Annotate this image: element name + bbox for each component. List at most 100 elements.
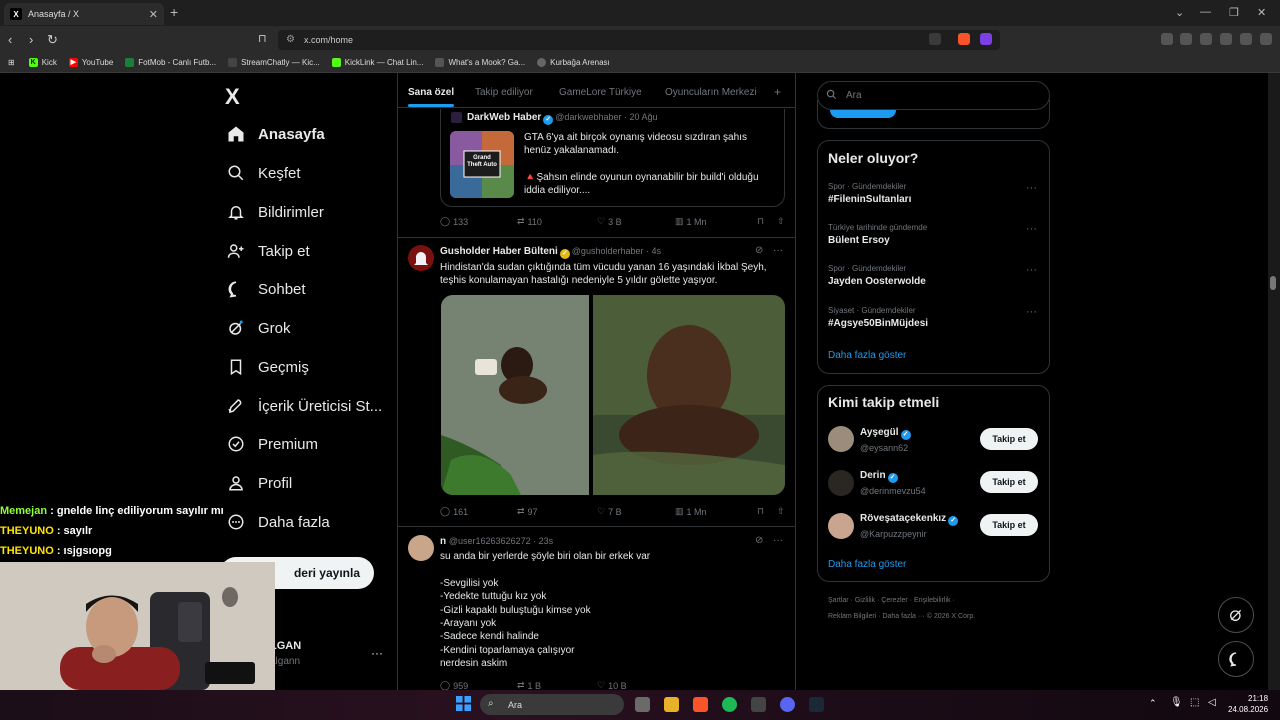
footer-links[interactable]: Şartlar · Gizlilik · Çerezler · Erişileb…: [828, 597, 955, 604]
repost-button[interactable]: ⇄ 1 B: [517, 681, 597, 690]
reply-button[interactable]: ◯ 959: [440, 681, 517, 690]
reply-button[interactable]: ◯ 161: [440, 506, 517, 517]
obs-icon[interactable]: [751, 697, 766, 712]
avatar[interactable]: [828, 426, 854, 452]
post-author[interactable]: Gusholder Haber Bülteni ✓ @gusholderhaber …: [440, 246, 661, 259]
nav-more[interactable]: Daha fazla: [226, 507, 330, 537]
x-logo[interactable]: X: [225, 84, 240, 110]
bookmark-mook[interactable]: What's a Mook? Ga...: [435, 58, 525, 67]
tab-for-you[interactable]: Sana özel: [408, 87, 454, 98]
site-settings-icon[interactable]: ⚙: [286, 34, 295, 45]
post-author[interactable]: n @user16263626272 · 23s: [440, 536, 553, 547]
bookmark-post-icon[interactable]: ⊓: [757, 216, 777, 227]
taskbar-clock[interactable]: 21:18 24.08.2026: [1228, 693, 1268, 715]
share-icon[interactable]: ⇧: [777, 506, 785, 517]
who-show-more[interactable]: Daha fazla göster: [828, 559, 906, 570]
browser-tab[interactable]: X Anasayfa / X ✕: [4, 3, 164, 25]
follow-button[interactable]: Takip et: [980, 471, 1038, 493]
grok-fab[interactable]: [1218, 597, 1254, 633]
trend-item[interactable]: Spor · Gündemdekiler Jayden Oosterwolde: [828, 264, 926, 287]
trends-show-more[interactable]: Daha fazla göster: [828, 350, 906, 361]
trend-more-icon[interactable]: ···: [1026, 223, 1037, 235]
views-button[interactable]: ▥ 1 Mn: [675, 216, 757, 227]
follow-button[interactable]: Takip et: [980, 514, 1038, 536]
tab-following[interactable]: Takip ediliyor: [475, 87, 533, 98]
tab-close-icon[interactable]: ✕: [149, 8, 158, 21]
footer-links-2[interactable]: Reklam Bilgileri · Daha fazla ··· © 2026…: [828, 613, 975, 620]
user-avatar[interactable]: [408, 535, 434, 561]
menu-icon[interactable]: [1260, 33, 1272, 45]
nav-creator-studio[interactable]: İçerik Üreticisi St...: [226, 391, 382, 421]
share-icon[interactable]: ⇧: [777, 216, 785, 227]
nav-follow[interactable]: Takip et: [226, 236, 310, 266]
account-more-icon[interactable]: ···: [371, 646, 383, 660]
nav-explore[interactable]: Keşfet: [226, 158, 301, 188]
post-more-icon[interactable]: ···: [773, 535, 783, 546]
messages-fab[interactable]: [1218, 641, 1254, 677]
bookmark-kurbaga[interactable]: Kurbağa Arenası: [537, 58, 610, 67]
nav-grok[interactable]: Grok: [226, 313, 291, 343]
trend-item[interactable]: Spor · Gündemdekiler #FileninSultanları: [828, 182, 911, 205]
bookmark-page-icon[interactable]: ⊓: [258, 32, 267, 45]
steam-icon[interactable]: [809, 697, 824, 712]
sidebar-toggle-icon[interactable]: [1180, 33, 1192, 45]
file-explorer-icon[interactable]: [664, 697, 679, 712]
tab-gamelore[interactable]: GameLore Türkiye: [559, 87, 642, 98]
tab-oyuncularin-merkezi[interactable]: Oyuncuların Merkezi: [665, 87, 757, 98]
avatar[interactable]: [828, 513, 854, 539]
bookmark-fotmob[interactable]: FotMob - Canlı Futb...: [125, 58, 216, 67]
address-bar[interactable]: ⚙ x.com/home: [278, 30, 1000, 50]
network-icon[interactable]: ⬚: [1190, 697, 1199, 708]
taskbar-search[interactable]: ⌕ Ara: [480, 694, 624, 715]
trend-item[interactable]: Siyaset · Gündemdekiler #Agsye50BinMüjdes…: [828, 306, 928, 329]
follow-button[interactable]: Takip et: [980, 428, 1038, 450]
trend-more-icon[interactable]: ···: [1026, 306, 1037, 318]
leo-ai-icon[interactable]: [1220, 33, 1232, 45]
microphone-icon[interactable]: 🎙: [1170, 697, 1183, 708]
post-image-1[interactable]: [441, 295, 589, 495]
bookmark-streamchatly[interactable]: StreamChatly — Kic...: [228, 58, 320, 67]
repost-button[interactable]: ⇄ 110: [517, 216, 597, 227]
task-view-icon[interactable]: [635, 697, 650, 712]
cast-icon[interactable]: [929, 33, 941, 45]
suggested-user[interactable]: Derin ✓ @derinmevzu54: [860, 470, 926, 496]
views-button[interactable]: ▥ 1 Mn: [675, 506, 757, 517]
nav-chat[interactable]: Sohbet: [226, 274, 306, 304]
grok-explain-icon[interactable]: ⊘: [755, 535, 763, 546]
discord-icon[interactable]: [780, 697, 795, 712]
bookmark-post-icon[interactable]: ⊓: [757, 506, 777, 517]
post-image-2[interactable]: [593, 295, 785, 495]
trend-more-icon[interactable]: ···: [1026, 264, 1037, 276]
like-button[interactable]: ♡ 3 B: [597, 216, 675, 227]
nav-profile[interactable]: Profil: [226, 468, 292, 498]
nav-bookmarks[interactable]: Geçmiş: [226, 352, 309, 382]
back-icon[interactable]: ‹: [8, 32, 12, 47]
page-scrollbar[interactable]: [1268, 73, 1280, 690]
trend-item[interactable]: Türkiye tarihinde gündemde Bülent Ersoy: [828, 223, 927, 246]
nav-notifications[interactable]: Bildirimler: [226, 197, 324, 227]
wallet-icon[interactable]: [1200, 33, 1212, 45]
minimize-icon[interactable]: —: [1200, 6, 1211, 18]
volume-icon[interactable]: ◁: [1208, 697, 1216, 708]
new-tab-button[interactable]: +: [170, 4, 178, 20]
repost-button[interactable]: ⇄ 97: [517, 506, 597, 517]
tray-expand-icon[interactable]: ⌃: [1149, 698, 1157, 709]
grok-explain-icon[interactable]: ⊘: [755, 245, 763, 256]
extensions-icon[interactable]: [1161, 33, 1173, 45]
bookmark-youtube[interactable]: ▶ YouTube: [68, 58, 113, 67]
brave-icon[interactable]: [693, 697, 708, 712]
gusholder-avatar[interactable]: [408, 245, 434, 271]
brave-shield-icon[interactable]: [958, 33, 970, 45]
close-window-icon[interactable]: ✕: [1257, 6, 1266, 19]
bookmark-kick[interactable]: K Kick: [28, 58, 57, 67]
reload-icon[interactable]: ↻: [47, 32, 58, 48]
vpn-icon[interactable]: [1240, 33, 1252, 45]
reply-button[interactable]: ◯ 133: [440, 216, 517, 227]
suggested-user[interactable]: Röveşataçekenkız ✓ @Karpuzzpeynir: [860, 513, 960, 539]
apps-icon[interactable]: ⊞: [8, 58, 15, 67]
trend-more-icon[interactable]: ···: [1026, 182, 1037, 194]
add-tab-button[interactable]: +: [774, 85, 781, 99]
windows-start-icon[interactable]: [456, 696, 471, 711]
bookmark-kicklink[interactable]: KickLink — Chat Lin...: [331, 58, 423, 67]
post-more-icon[interactable]: ···: [773, 245, 783, 256]
